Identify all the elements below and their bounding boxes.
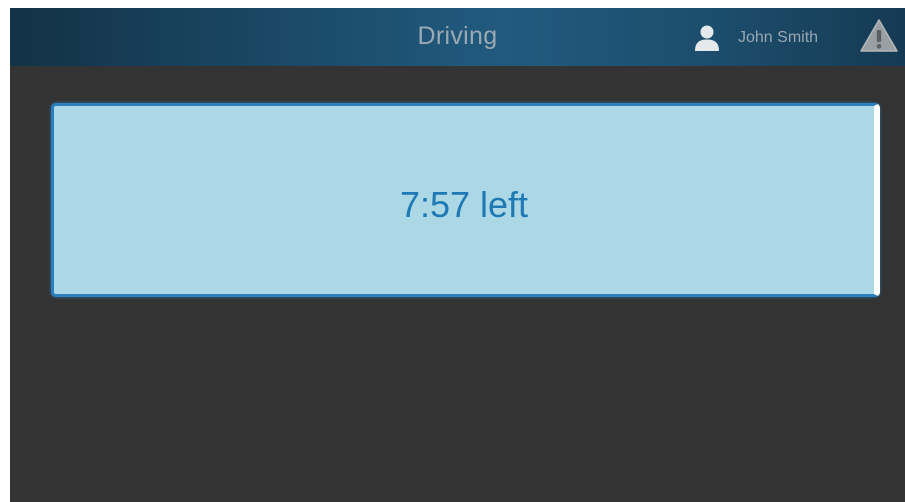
- user-name: John Smith: [738, 29, 819, 46]
- time-remaining-label: 7:57 left: [399, 184, 529, 225]
- app-screen: Driving John Smith 7:57 left: [10, 8, 905, 502]
- warning-icon[interactable]: [859, 18, 899, 54]
- user-profile[interactable]: John Smith: [693, 24, 818, 52]
- time-remaining-card[interactable]: 7:57 left: [51, 103, 880, 297]
- user-icon: [693, 24, 721, 52]
- header-bar: Driving John Smith: [10, 8, 905, 66]
